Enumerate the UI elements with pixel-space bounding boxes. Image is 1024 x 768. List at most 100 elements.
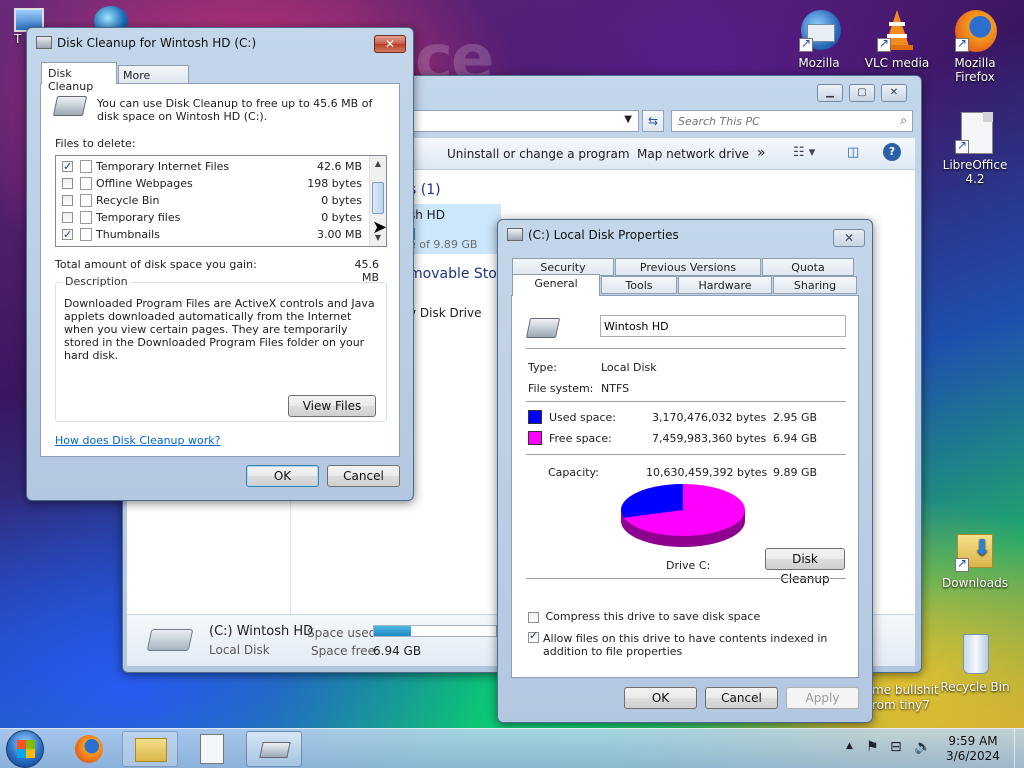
help-icon[interactable]: ?	[883, 143, 901, 161]
address-bar[interactable]: ▼	[413, 110, 639, 132]
file-category-checkbox[interactable]	[62, 195, 73, 206]
network-icon[interactable]: ⊟	[890, 739, 902, 755]
free-space-gb: 6.94 GB	[773, 432, 818, 445]
desktop-icon-label: Recycle Bin	[940, 680, 1010, 694]
disk-cleanup-dialog[interactable]: Disk Cleanup for Wintosh HD (C:) ✕ Disk …	[26, 27, 414, 501]
file-category-icon	[80, 228, 92, 241]
preview-pane-icon[interactable]: ◫	[847, 145, 859, 160]
clock-time: 9:59 AM	[948, 734, 998, 748]
search-box[interactable]: ⌕	[671, 110, 913, 132]
free-space-bytes: 7,459,983,360 bytes	[652, 432, 767, 445]
close-button[interactable]: ✕	[833, 229, 865, 247]
scroll-up-arrow-icon[interactable]: ▲	[370, 156, 386, 172]
desktop-icon-thunderbird[interactable]: Mozilla	[783, 8, 855, 70]
desktop-icon-firefox[interactable]: Mozilla Firefox	[939, 8, 1011, 84]
drive-label: Drive C:	[666, 559, 711, 572]
tab-quota[interactable]: Quota	[762, 258, 854, 276]
taskbar-explorer[interactable]	[122, 731, 178, 767]
tab-hardware[interactable]: Hardware	[678, 276, 772, 294]
start-button[interactable]	[6, 730, 44, 768]
files-list[interactable]: Temporary Internet Files 42.6 MB Offline W…	[55, 155, 387, 247]
scroll-thumb[interactable]	[372, 182, 384, 214]
apply-button[interactable]: Apply	[786, 687, 859, 709]
dvd-drive-item[interactable]: y Disk Drive	[409, 306, 482, 320]
taskbar-firefox[interactable]	[62, 731, 118, 767]
show-hidden-icons-icon[interactable]: ▲	[846, 741, 853, 751]
volume-icon[interactable]: 🔈	[914, 739, 931, 755]
help-link[interactable]: How does Disk Cleanup work?	[55, 434, 220, 447]
dialog-title: Disk Cleanup for Wintosh HD (C:)	[57, 36, 257, 50]
view-options-icon[interactable]: ☷ ▾	[793, 145, 815, 160]
index-checkbox[interactable]	[528, 629, 539, 643]
dialog-title: (C:) Local Disk Properties	[528, 228, 679, 242]
close-button[interactable]: ✕	[881, 84, 907, 102]
tab-disk-cleanup[interactable]: Disk Cleanup	[41, 62, 117, 93]
search-input[interactable]	[678, 112, 888, 130]
file-category-checkbox[interactable]	[62, 226, 73, 243]
ok-button[interactable]: OK	[624, 687, 697, 709]
document-icon	[200, 734, 224, 764]
more-commands-button[interactable]: »	[757, 145, 766, 161]
taskbar-document[interactable]	[184, 731, 240, 767]
desktop-icon-partial-label[interactable]: me bullshit rom tiny7	[872, 683, 939, 713]
compress-option[interactable]: Compress this drive to save disk space	[528, 610, 760, 623]
desktop-icon-downloads[interactable]: ⬇ Downloads	[939, 528, 1011, 590]
shortcut-arrow-icon	[877, 36, 891, 52]
total-label: Total amount of disk space you gain:	[55, 258, 257, 271]
capacity-label: Capacity:	[548, 466, 599, 479]
minimize-button[interactable]: ▁	[817, 84, 843, 102]
file-category-row[interactable]: Recycle Bin 0 bytes	[56, 192, 368, 209]
cancel-button[interactable]: Cancel	[705, 687, 778, 709]
view-files-button[interactable]: View Files	[288, 395, 376, 417]
space-used-fill	[374, 626, 411, 636]
file-category-checkbox[interactable]	[62, 158, 73, 175]
details-subtitle: Local Disk	[209, 643, 270, 657]
compress-checkbox[interactable]	[528, 611, 539, 623]
drive-icon	[507, 228, 523, 241]
uninstall-program-button[interactable]: Uninstall or change a program	[447, 147, 630, 161]
space-free-value: 6.94 GB	[373, 644, 422, 658]
total-value: 45.6 MB	[354, 258, 380, 284]
general-tab-panel: Type: Local Disk File system: NTFS Used …	[511, 295, 859, 678]
desktop-icon-libreoffice[interactable]: LibreOffice 4.2	[939, 110, 1011, 186]
file-category-row[interactable]: Thumbnails 3.00 MB	[56, 226, 368, 243]
file-category-checkbox[interactable]	[62, 178, 73, 189]
desktop-icon-vlc[interactable]: VLC media	[861, 8, 933, 70]
tab-more-options[interactable]: More Options	[118, 65, 189, 95]
maximize-button[interactable]: ▢	[849, 84, 875, 102]
action-center-flag-icon[interactable]: ⚑	[866, 739, 879, 755]
desktop-icon-recycle-bin[interactable]: Recycle Bin	[939, 632, 1011, 694]
firefox-icon	[953, 8, 997, 52]
taskbar-disk-cleanup[interactable]	[246, 731, 302, 767]
cancel-button[interactable]: Cancel	[327, 465, 400, 487]
file-category-size: 3.00 MB	[316, 228, 362, 241]
recycle-bin-icon	[953, 632, 997, 676]
map-network-drive-button[interactable]: Map network drive	[637, 147, 749, 161]
clock[interactable]: 9:59 AM 3/6/2024	[938, 734, 1008, 764]
file-category-row[interactable]: Temporary files 0 bytes	[56, 209, 368, 226]
disk-properties-dialog[interactable]: (C:) Local Disk Properties ✕ Security Pre…	[497, 219, 873, 723]
tab-general[interactable]: General	[512, 274, 600, 296]
description-label: Description	[62, 275, 131, 288]
chevron-down-icon[interactable]: ▼	[624, 114, 632, 125]
description-text: Downloaded Program Files are ActiveX con…	[64, 297, 375, 362]
disk-cleanup-button[interactable]: Disk Cleanup	[765, 548, 845, 586]
show-desktop-button[interactable]	[1014, 729, 1024, 768]
ok-button[interactable]: OK	[246, 465, 319, 487]
tab-tools[interactable]: Tools	[601, 276, 677, 294]
capacity-bytes: 10,630,459,392 bytes	[646, 466, 768, 479]
tab-sharing[interactable]: Sharing	[773, 276, 857, 294]
file-category-icon	[80, 211, 92, 224]
taskbar: ▲ ⚑ ⊟ 🔈 9:59 AM 3/6/2024	[0, 728, 1024, 768]
file-category-row[interactable]: Offline Webpages 198 bytes	[56, 175, 368, 192]
file-category-checkbox[interactable]	[62, 212, 73, 223]
volume-label-field[interactable]	[600, 315, 846, 337]
divider	[526, 578, 846, 579]
drive-tile-c[interactable]: sh HD e of 9.89 GB	[401, 204, 501, 254]
refresh-button[interactable]: ⇆	[642, 110, 664, 132]
disk-cleanup-icon	[259, 742, 291, 758]
file-category-row[interactable]: Temporary Internet Files 42.6 MB	[56, 158, 368, 175]
thunderbird-icon	[797, 8, 841, 52]
tab-previous-versions[interactable]: Previous Versions	[615, 258, 761, 276]
close-button[interactable]: ✕	[374, 35, 406, 53]
